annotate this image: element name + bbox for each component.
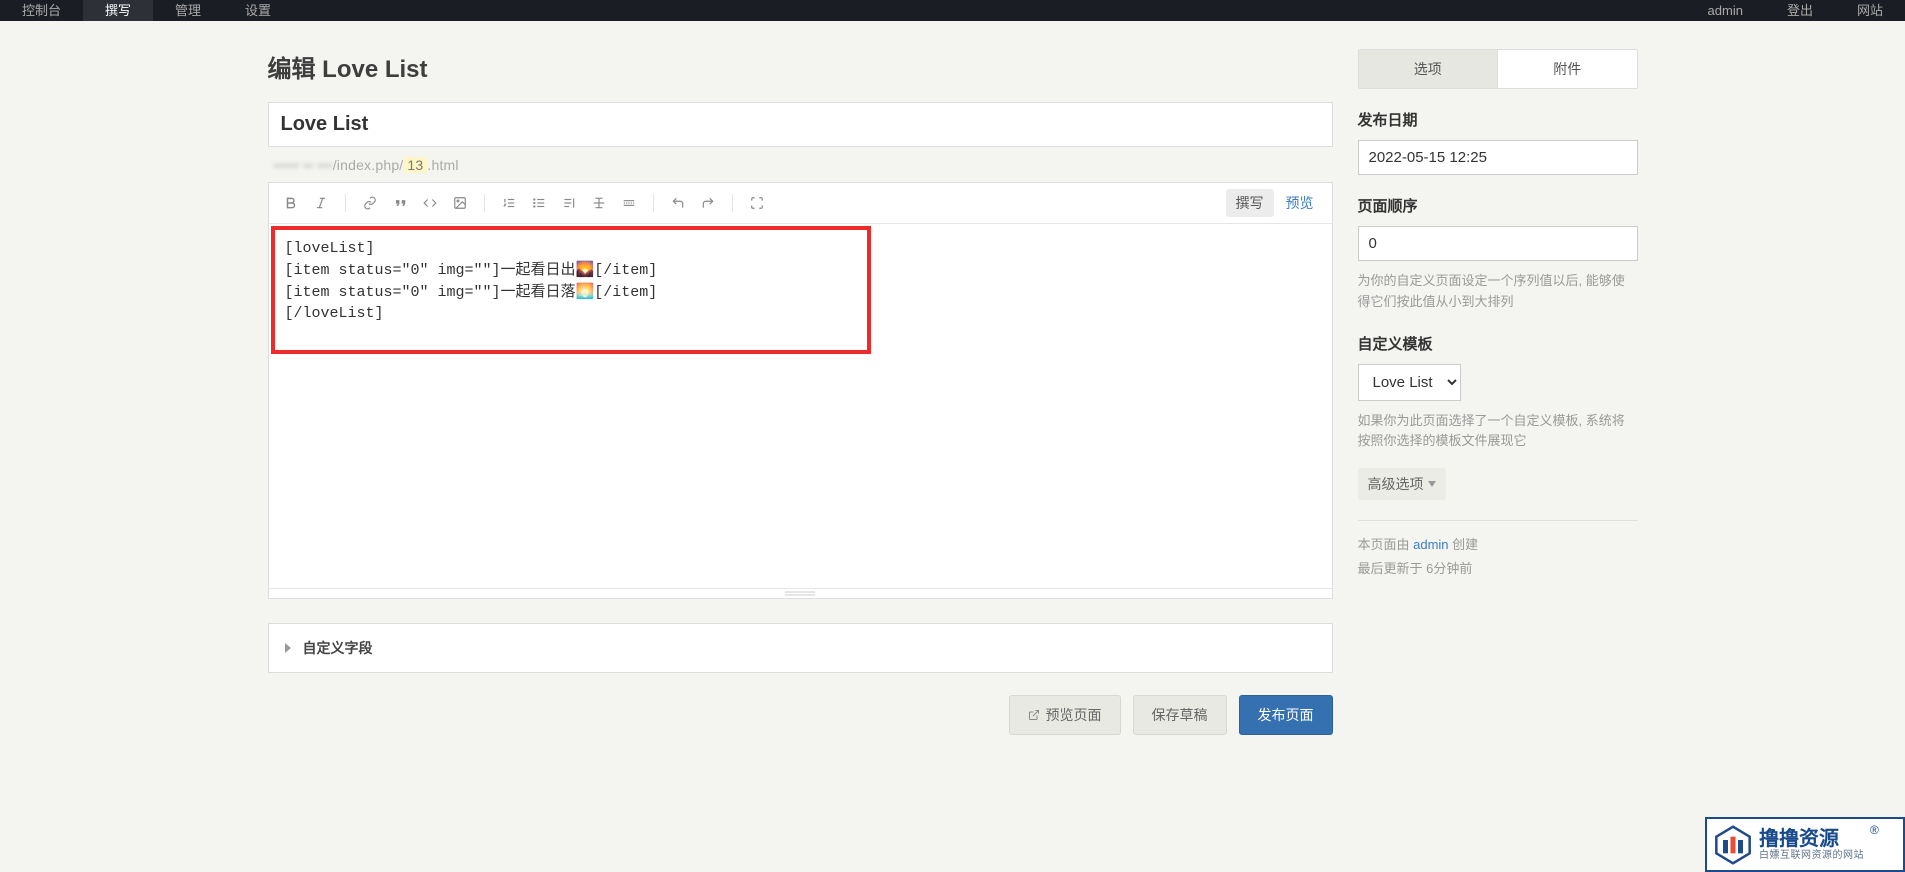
slug-line[interactable]: ••••• •• •••/index.php/13.html [268,147,1333,182]
advanced-options-toggle[interactable]: 高级选项 [1358,468,1446,500]
title-input[interactable] [268,102,1333,147]
link-icon[interactable] [356,190,384,216]
custom-fields-panel[interactable]: 自定义字段 [268,623,1333,673]
updated-meta: 最后更新于 6分钟前 [1358,557,1638,580]
registered-icon: ® [1870,823,1879,837]
unordered-list-icon[interactable] [525,190,553,216]
fullscreen-icon[interactable] [743,190,771,216]
editor-area[interactable]: [loveList] [item status="0" img=""]一起看日出… [269,224,1332,588]
save-draft-button[interactable]: 保存草稿 [1133,695,1227,735]
sidebar: 选项 附件 发布日期 页面顺序 为你的自定义页面设定一个序列值以后, 能够使得它… [1358,49,1638,735]
divider [1358,520,1638,521]
resize-grip[interactable] [269,588,1332,598]
watermark: 撸撸资源 白嫖互联网资源的网站 ® [1705,817,1905,872]
publish-date-input[interactable] [1358,140,1638,175]
advanced-label: 高级选项 [1368,474,1424,494]
italic-icon[interactable] [307,190,335,216]
watermark-logo-icon [1713,825,1753,865]
editor-toolbar: 撰写 预览 [269,183,1332,224]
tab-options[interactable]: 选项 [1359,50,1498,88]
sidebar-tabs: 选项 附件 [1358,49,1638,89]
ordered-list-icon[interactable] [495,190,523,216]
slug-prefix: /index.php/ [333,157,404,173]
nav-compose[interactable]: 撰写 [83,0,153,21]
slug-suffix: .html [427,157,458,173]
nav-console[interactable]: 控制台 [0,0,83,21]
nav-manage[interactable]: 管理 [153,0,223,21]
slug-host: ••••• •• ••• [274,157,333,173]
code-icon[interactable] [416,190,444,216]
nav-settings[interactable]: 设置 [223,0,293,21]
nav-user[interactable]: admin [1686,0,1765,21]
editor: 撰写 预览 [loveList] [item status="0" img=""… [268,182,1333,599]
publish-date-label: 发布日期 [1358,109,1638,130]
nav-website[interactable]: 网站 [1835,0,1905,21]
page-title: 编辑 Love List [268,49,1333,84]
heading-icon[interactable] [555,190,583,216]
external-link-icon [1028,709,1040,721]
top-nav-left: 控制台 撰写 管理 设置 [0,0,293,21]
custom-template-help: 如果你为此页面选择了一个自定义模板, 系统将按照你选择的模板文件展现它 [1358,411,1638,453]
action-bar: 预览页面 保存草稿 发布页面 [268,695,1333,735]
preview-page-button[interactable]: 预览页面 [1009,695,1121,735]
quote-icon[interactable] [386,190,414,216]
image-icon[interactable] [446,190,474,216]
preview-page-label: 预览页面 [1046,705,1102,725]
custom-fields-label: 自定义字段 [303,638,373,658]
top-nav-right: admin 登出 网站 [1686,0,1905,21]
redo-icon[interactable] [694,190,722,216]
watermark-title: 撸撸资源 [1759,828,1864,850]
slug-id[interactable]: 13 [403,157,427,173]
created-user-link[interactable]: admin [1413,537,1448,552]
page-order-input[interactable] [1358,226,1638,261]
publish-button[interactable]: 发布页面 [1239,695,1333,735]
nav-logout[interactable]: 登出 [1765,0,1835,21]
top-nav: 控制台 撰写 管理 设置 admin 登出 网站 [0,0,1905,21]
mode-preview[interactable]: 预览 [1276,189,1324,217]
strikethrough-icon[interactable] [585,190,613,216]
page-order-label: 页面顺序 [1358,195,1638,216]
tab-attachments[interactable]: 附件 [1497,50,1637,88]
page-order-help: 为你的自定义页面设定一个序列值以后, 能够使得它们按此值从小到大排列 [1358,271,1638,313]
mode-compose[interactable]: 撰写 [1226,189,1274,217]
chevron-right-icon [285,643,293,653]
custom-template-select[interactable]: Love List [1358,364,1461,401]
undo-icon[interactable] [664,190,692,216]
watermark-subtitle: 白嫖互联网资源的网站 [1759,850,1864,861]
created-meta: 本页面由 admin 创建 [1358,533,1638,556]
editor-content[interactable]: [loveList] [item status="0" img=""]一起看日出… [269,224,1332,339]
bold-icon[interactable] [277,190,305,216]
horizontal-rule-icon[interactable] [615,190,643,216]
custom-template-label: 自定义模板 [1358,333,1638,354]
chevron-down-icon [1428,481,1436,487]
